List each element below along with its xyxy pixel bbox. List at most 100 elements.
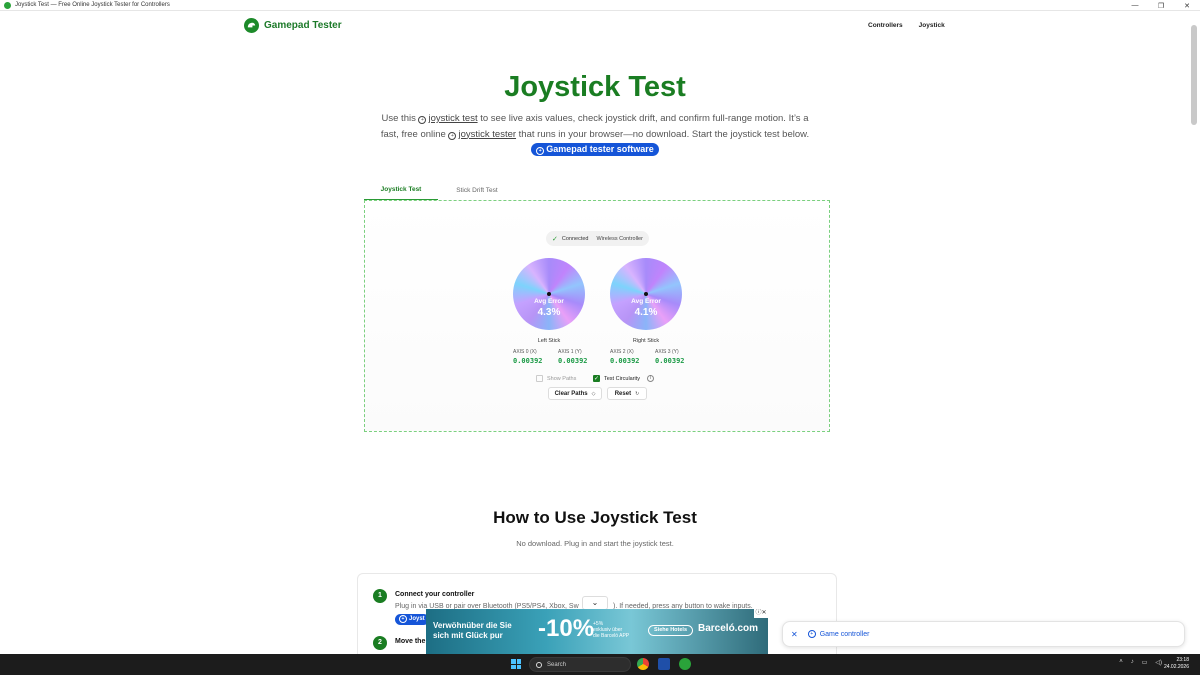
- left-stick-visualizer: Avg Error 4.3%: [513, 258, 585, 330]
- scrollbar-thumb[interactable]: [1191, 25, 1197, 125]
- pill-label: Gamepad tester software: [546, 144, 654, 154]
- window-controls: — ❐ ✕: [1122, 0, 1200, 11]
- left-stick-label: Left Stick: [537, 338, 561, 344]
- info-icon[interactable]: i: [647, 375, 655, 382]
- axis-value: 0.00392: [513, 357, 543, 365]
- clock-time: 23:18: [1176, 657, 1189, 663]
- circle-plus-icon: +: [399, 615, 407, 623]
- minimize-button[interactable]: —: [1122, 0, 1148, 11]
- tab-stick-drift-test[interactable]: Stick Drift Test: [440, 179, 514, 201]
- step-title: Move the: [395, 638, 426, 645]
- check-icon: ✓: [552, 235, 558, 243]
- top-nav: Gamepad Tester Controllers Joystick: [0, 11, 1190, 41]
- avg-error-label: Avg Error: [534, 298, 564, 305]
- chrome-icon[interactable]: [637, 658, 649, 670]
- volume-icon[interactable]: ◁): [1155, 659, 1162, 666]
- nav-links: Controllers Joystick: [868, 22, 945, 29]
- erase-icon: ◇: [591, 390, 596, 397]
- step-chip[interactable]: + Joyst: [395, 614, 429, 625]
- reset-button[interactable]: Reset ↻: [607, 387, 647, 400]
- how-to-subtitle: No download. Plug in and start the joyst…: [516, 539, 674, 548]
- page-title: Joystick Test: [504, 71, 686, 103]
- clear-paths-label: Clear Paths: [554, 390, 588, 397]
- window-titlebar: Joystick Test — Free Online Joystick Tes…: [0, 0, 1200, 11]
- ad-headline: Verwöhnüber die Sie sich mit Glück pur: [433, 621, 512, 641]
- gamepad-app-icon[interactable]: [679, 658, 691, 670]
- circle-plus-icon: +: [448, 131, 457, 140]
- brand-name: Gamepad Tester: [264, 20, 342, 31]
- avg-error-label: Avg Error: [631, 298, 661, 305]
- maximize-button[interactable]: ❐: [1148, 0, 1174, 11]
- joystick-test-panel: ✓ Connected Wireless Controller Avg Erro…: [364, 200, 830, 432]
- test-circularity-label: Test Circularity: [604, 375, 641, 382]
- hero-text-3: that runs in your browser—no download. S…: [518, 128, 810, 140]
- gamepad-logo-icon: [244, 18, 259, 33]
- how-to-title: How to Use Joystick Test: [493, 508, 697, 527]
- reset-icon: ↻: [635, 390, 640, 397]
- stick-position-dot: [644, 292, 648, 296]
- axis-value: 0.00392: [610, 357, 640, 365]
- microphone-icon[interactable]: ♪: [1131, 659, 1134, 666]
- game-controller-toast: ✕ + Game controller: [782, 621, 1185, 647]
- avg-error-value: 4.3%: [537, 307, 561, 318]
- clock-date: 24.02.2026: [1163, 664, 1189, 670]
- ad-discount: -10%: [538, 615, 595, 642]
- app-icon: [4, 1, 11, 9]
- nav-link-joystick[interactable]: Joystick: [919, 22, 945, 29]
- link-joystick-tester[interactable]: joystick tester: [458, 129, 516, 140]
- axis-label: AXIS 3 (Y): [655, 349, 679, 355]
- device-name: Wireless Controller: [596, 235, 643, 242]
- network-icon[interactable]: ▭: [1142, 659, 1148, 666]
- show-paths-label: Show Paths: [547, 375, 577, 382]
- axis-label: AXIS 1 (Y): [558, 349, 582, 355]
- link-joystick-test[interactable]: joystick test: [428, 113, 477, 124]
- step-number: 1: [373, 589, 387, 603]
- status-text: Connected: [561, 235, 589, 242]
- avg-error-value: 4.1%: [634, 307, 658, 318]
- windows-start-icon[interactable]: [511, 659, 521, 669]
- taskbar-search[interactable]: Search: [529, 657, 631, 672]
- step-number: 2: [373, 636, 387, 650]
- axis-value: 0.00392: [655, 357, 685, 365]
- right-stick-label: Right Stick: [632, 338, 660, 344]
- taskbar: Search ˄ ♪ ▭ ◁) 23:18 24.02.2026: [0, 654, 1200, 675]
- hero-description: Use this + joystick test to see live axis…: [380, 111, 810, 158]
- step-chip-label: Joyst: [409, 616, 425, 622]
- terminal-icon[interactable]: [658, 658, 670, 670]
- ad-banner[interactable]: ⓘ✕ Verwöhnüber die Sie sich mit Glück pu…: [426, 609, 768, 654]
- search-label: Search: [547, 661, 567, 668]
- reset-label: Reset: [614, 390, 632, 397]
- ad-brand: Barceló.com: [698, 623, 759, 634]
- close-icon[interactable]: ✕: [791, 630, 798, 639]
- hero-text-1: Use this: [381, 113, 416, 124]
- circle-plus-icon: +: [536, 147, 545, 155]
- search-icon: [536, 661, 542, 668]
- show-paths-option[interactable]: Show Paths: [536, 375, 576, 382]
- test-circularity-checkbox[interactable]: ✓: [593, 375, 600, 382]
- chevron-down-icon[interactable]: ⌄: [582, 596, 608, 610]
- show-paths-checkbox[interactable]: [536, 375, 543, 382]
- circle-plus-icon: +: [807, 630, 816, 638]
- ad-line-1: Verwöhnüber die Sie: [433, 621, 512, 630]
- circle-plus-icon: +: [418, 116, 427, 124]
- ad-small-text: +5% exklusiv über die Barceló APP: [593, 621, 629, 639]
- chevron-up-icon[interactable]: ˄: [1119, 659, 1123, 666]
- clock[interactable]: 23:18 24.02.2026: [1164, 657, 1189, 671]
- test-circularity-option[interactable]: ✓ Test Circularity i: [593, 375, 655, 382]
- window-title: Joystick Test — Free Online Joystick Tes…: [15, 2, 170, 8]
- nav-link-controllers[interactable]: Controllers: [868, 22, 903, 29]
- axis-label: AXIS 2 (X): [610, 349, 634, 355]
- ad-cta-button[interactable]: Siehe Hotels: [648, 625, 694, 636]
- brand[interactable]: Gamepad Tester: [244, 18, 342, 33]
- ad-small-3: die Barceló APP: [593, 633, 630, 639]
- ad-line-2: sich mit Glück pur: [433, 631, 503, 640]
- close-button[interactable]: ✕: [1174, 0, 1200, 11]
- tab-joystick-test[interactable]: Joystick Test: [364, 179, 438, 201]
- clear-paths-button[interactable]: Clear Paths ◇: [548, 387, 602, 400]
- gamepad-tester-software-link[interactable]: + Gamepad tester software: [531, 143, 659, 156]
- stick-position-dot: [547, 292, 551, 296]
- page-content: Gamepad Tester Controllers Joystick Joys…: [0, 11, 1200, 654]
- toast-label[interactable]: Game controller: [820, 631, 870, 638]
- connection-status: ✓ Connected Wireless Controller: [546, 231, 649, 246]
- ad-close-button[interactable]: ⓘ✕: [754, 609, 768, 618]
